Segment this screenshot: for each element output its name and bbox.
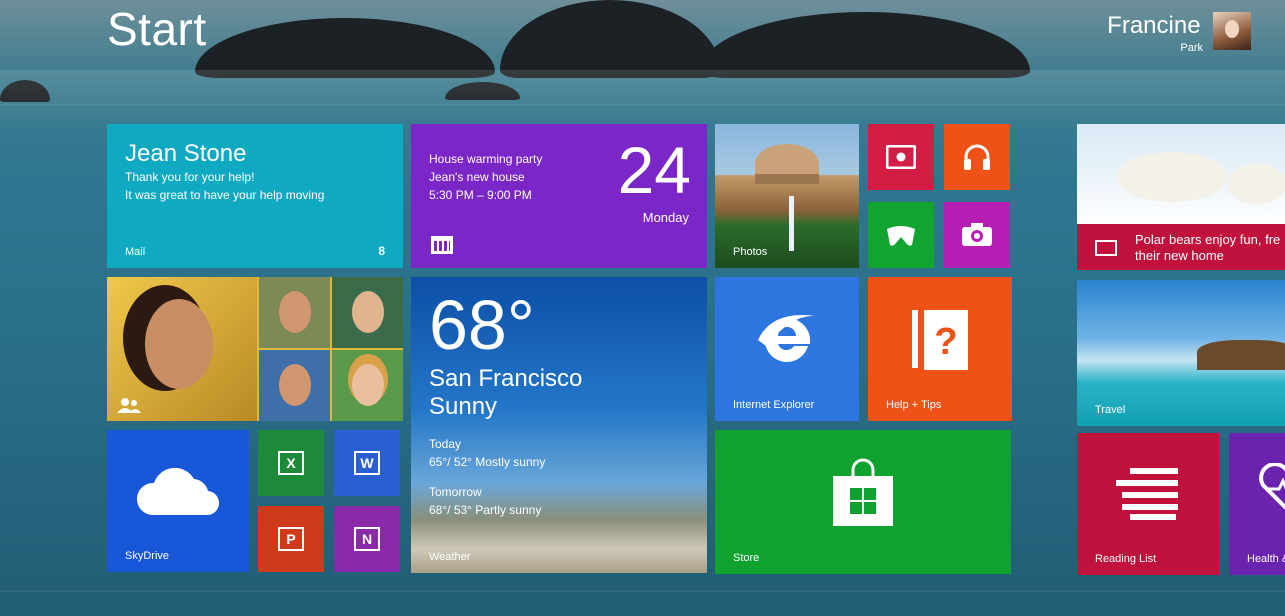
tile-camera[interactable] — [944, 202, 1010, 268]
face — [352, 364, 384, 406]
today-label: Today — [429, 437, 462, 451]
word-icon: W — [354, 451, 380, 475]
face — [352, 291, 384, 333]
cloud-icon — [136, 467, 220, 515]
tile-label: SkyDrive — [125, 550, 170, 562]
store-bag-icon — [833, 458, 893, 527]
tile-word[interactable]: W — [334, 430, 400, 496]
tile-games[interactable] — [868, 202, 934, 268]
weather-temperature: 68° — [429, 286, 535, 364]
tile-label: Reading List — [1095, 553, 1157, 565]
tile-health[interactable]: Health & — [1229, 433, 1285, 575]
tile-music[interactable] — [944, 124, 1010, 190]
mail-line-1: Thank you for your help! — [125, 170, 255, 184]
weather-condition: Sunny — [429, 393, 498, 420]
user-first-name: Francine — [1107, 12, 1201, 39]
bungalow-image — [1197, 340, 1285, 370]
tile-powerpoint[interactable]: P — [258, 506, 324, 572]
people-icon — [117, 398, 141, 413]
tile-label: Weather — [429, 551, 471, 563]
event-title: House warming party — [429, 152, 543, 166]
user-account[interactable]: Francine Park — [1107, 12, 1251, 55]
tile-mail[interactable]: Jean Stone Thank you for your help! It w… — [107, 124, 403, 268]
tomorrow-forecast: 68°/ 53° Partly sunny — [429, 503, 542, 517]
unread-count-badge: 8 — [378, 244, 385, 258]
heart-icon — [1259, 463, 1285, 510]
internet-explorer-icon — [758, 315, 816, 363]
person-photo — [332, 350, 403, 421]
user-last-name: Park — [1180, 42, 1203, 54]
face — [145, 299, 213, 389]
tile-skydrive[interactable]: SkyDrive — [107, 430, 249, 572]
headphones-icon — [964, 144, 990, 170]
event-location: Jean's new house — [429, 170, 525, 184]
tile-label: Photos — [733, 246, 768, 258]
mail-line-2: It was great to have your help moving — [125, 188, 325, 202]
powerpoint-icon: P — [278, 527, 304, 551]
fountain-image — [789, 196, 794, 251]
tile-store[interactable]: Store — [715, 430, 1011, 574]
face — [279, 364, 311, 406]
reading-list-icon — [1116, 467, 1178, 520]
video-icon — [886, 145, 916, 169]
haze — [0, 70, 1285, 130]
polar-bear — [1117, 152, 1227, 202]
tile-reading-list[interactable]: Reading List — [1077, 433, 1219, 575]
tile-label: Help + Tips — [886, 399, 942, 411]
tile-label: Store — [733, 552, 760, 564]
mail-sender: Jean Stone — [125, 140, 247, 167]
onenote-icon: N — [354, 527, 380, 551]
person-photo — [332, 277, 403, 348]
polar-bears-image — [1077, 124, 1285, 224]
gamepad-icon — [887, 226, 915, 246]
calendar-day: 24 — [617, 133, 691, 207]
rock — [700, 12, 1030, 78]
rock — [195, 18, 495, 78]
tile-travel[interactable]: Travel — [1077, 280, 1285, 426]
tomorrow-label: Tomorrow — [429, 485, 482, 499]
event-time: 5:30 PM – 9:00 PM — [429, 188, 532, 202]
news-headline: Polar bears enjoy fun, fre their new hom… — [1135, 232, 1281, 263]
page-title: Start — [107, 3, 207, 55]
calendar-icon — [431, 236, 453, 254]
tile-onenote[interactable]: N — [334, 506, 400, 572]
news-icon — [1095, 240, 1117, 256]
camera-icon — [962, 223, 992, 246]
person-photo — [259, 277, 330, 348]
tile-calendar[interactable]: House warming party Jean's new house 5:3… — [411, 124, 707, 268]
tile-label: Health & — [1247, 553, 1285, 565]
person-photo — [259, 350, 330, 421]
svg-text:?: ? — [934, 321, 957, 363]
tile-label: Mail — [125, 246, 146, 258]
face — [279, 291, 311, 333]
help-book-icon: ? — [912, 310, 968, 371]
tile-label: Internet Explorer — [733, 399, 815, 411]
tile-weather[interactable]: 68° San Francisco Sunny Today 65°/ 52° M… — [411, 277, 707, 573]
today-forecast: 65°/ 52° Mostly sunny — [429, 455, 546, 469]
tile-internet-explorer[interactable]: Internet Explorer — [715, 277, 859, 421]
tile-video[interactable] — [868, 124, 934, 190]
tile-label: Travel — [1095, 404, 1126, 416]
streak — [0, 590, 1285, 592]
palace-image — [755, 144, 819, 184]
rock — [500, 0, 720, 78]
weather-city: San Francisco — [429, 365, 583, 392]
tile-excel[interactable]: X — [258, 430, 324, 496]
streak — [0, 104, 1285, 106]
avatar[interactable] — [1213, 12, 1251, 50]
excel-icon: X — [278, 451, 304, 475]
news-bar: Polar bears enjoy fun, fre their new hom… — [1077, 224, 1285, 270]
tile-photos[interactable]: Photos — [715, 124, 859, 268]
calendar-weekday: Monday — [642, 210, 689, 225]
polar-bear — [1227, 164, 1285, 204]
tile-news[interactable]: Polar bears enjoy fun, fre their new hom… — [1077, 124, 1285, 270]
tile-people[interactable] — [107, 277, 403, 421]
tile-help-tips[interactable]: ? Help + Tips — [868, 277, 1012, 421]
